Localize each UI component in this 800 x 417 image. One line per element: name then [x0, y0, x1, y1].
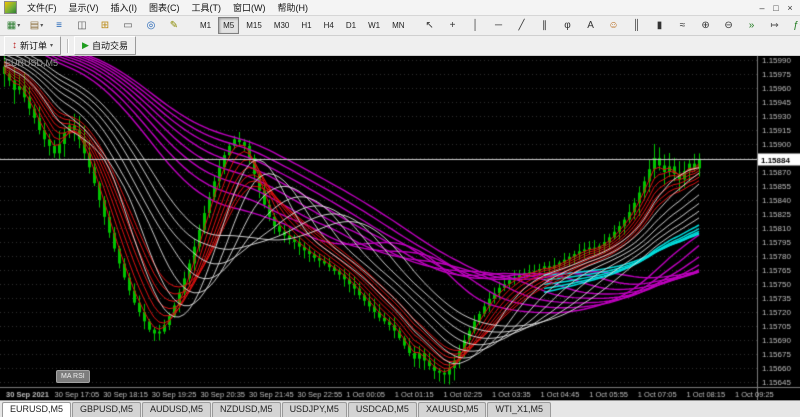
- menu-insert[interactable]: 插入(I): [105, 0, 144, 15]
- toolbar-row-2: ↕ 新订单 ▾ ▶ 自动交易: [0, 36, 800, 56]
- app-icon: [4, 1, 17, 14]
- tab-eurusd-m5[interactable]: EURUSD,M5: [2, 402, 72, 417]
- close-button[interactable]: ×: [783, 1, 797, 15]
- market-watch-icon[interactable]: ≡: [49, 17, 70, 35]
- strategy-tester-icon[interactable]: ◎: [141, 17, 162, 35]
- tab-xauusd-m5[interactable]: XAUUSD,M5: [417, 402, 487, 417]
- timeframe-m5[interactable]: M5: [218, 17, 240, 34]
- timeframe-mn[interactable]: MN: [387, 17, 409, 34]
- new-order-icon: ↕: [12, 40, 17, 51]
- candlestick-chart-icon[interactable]: ▮: [650, 17, 671, 35]
- new-chart-icon[interactable]: ▦ ▾: [3, 17, 24, 35]
- menu-file[interactable]: 文件(F): [21, 0, 63, 15]
- crosshair-icon[interactable]: +: [443, 17, 464, 35]
- trendline-icon[interactable]: ╱: [512, 17, 533, 35]
- chevron-down-icon: ▾: [50, 43, 54, 49]
- chart-symbol-label: EURUSD,M5: [5, 58, 59, 68]
- navigator-icon[interactable]: ⊞: [95, 17, 116, 35]
- line-study-and-chart-icons: ↖ + │ ─ ╱ ∥ φ A ☺ ║ ▮ ≈ ⊕ ⊖ » ↦ ƒ: [419, 17, 800, 35]
- profiles-icon[interactable]: ▤ ▾: [26, 17, 47, 35]
- ma-rsi-button[interactable]: MA RSI: [56, 370, 90, 383]
- chart-canvas[interactable]: [0, 56, 800, 400]
- fibonacci-icon[interactable]: φ: [558, 17, 579, 35]
- timeframe-m15[interactable]: M15: [241, 17, 267, 34]
- chart-shift-icon[interactable]: ↦: [765, 17, 786, 35]
- toolbar-separator: [67, 38, 69, 53]
- timeframe-m30[interactable]: M30: [269, 17, 295, 34]
- terminal-icon[interactable]: ▭: [118, 17, 139, 35]
- timeframe-m1[interactable]: M1: [195, 17, 216, 34]
- tab-usdjpy-m5[interactable]: USDJPY,M5: [281, 402, 347, 417]
- new-order-button[interactable]: ↕ 新订单 ▾: [4, 36, 62, 55]
- timeframe-h1[interactable]: H1: [296, 17, 316, 34]
- timeframe-h4[interactable]: H4: [319, 17, 339, 34]
- autotrading-label: 自动交易: [91, 41, 128, 51]
- tab-usdcad-m5[interactable]: USDCAD,M5: [347, 402, 417, 417]
- menu-view[interactable]: 显示(V): [63, 0, 105, 15]
- vertical-line-icon[interactable]: │: [466, 17, 487, 35]
- menu-charts[interactable]: 图表(C): [143, 0, 186, 15]
- arrows-icon[interactable]: ☺: [604, 17, 625, 35]
- new-order-label: 新订单: [20, 41, 48, 51]
- restore-button[interactable]: □: [769, 1, 783, 15]
- zoom-out-icon[interactable]: ⊖: [719, 17, 740, 35]
- tab-gbpusd-m5[interactable]: GBPUSD,M5: [72, 402, 142, 417]
- menu-help[interactable]: 帮助(H): [272, 0, 315, 15]
- data-window-icon[interactable]: ◫: [72, 17, 93, 35]
- bar-chart-icon[interactable]: ║: [627, 17, 648, 35]
- timeframe-d1[interactable]: D1: [341, 17, 361, 34]
- channel-icon[interactable]: ∥: [535, 17, 556, 35]
- autotrading-play-icon: ▶: [82, 40, 89, 50]
- tab-wti-x1-m5[interactable]: WTI_X1,M5: [487, 402, 551, 417]
- tab-nzdusd-m5[interactable]: NZDUSD,M5: [212, 402, 281, 417]
- window-controls: – □ ×: [755, 1, 797, 15]
- metaeditor-icon[interactable]: ✎: [164, 17, 185, 35]
- line-chart-icon[interactable]: ≈: [673, 17, 694, 35]
- standard-icons: ▦ ▾ ▤ ▾ ≡ ◫ ⊞ ▭ ◎ ✎: [2, 17, 186, 35]
- tab-audusd-m5[interactable]: AUDUSD,M5: [142, 402, 212, 417]
- minimize-button[interactable]: –: [755, 1, 769, 15]
- chart-area: EURUSD,M5 MA RSI: [0, 56, 800, 400]
- zoom-in-icon[interactable]: ⊕: [696, 17, 717, 35]
- toolbar-row-1: ▦ ▾ ▤ ▾ ≡ ◫ ⊞ ▭ ◎ ✎ M1 M5 M15 M30 H1 H4 D1 W1 MN ↖: [0, 16, 800, 36]
- auto-scroll-icon[interactable]: »: [742, 17, 763, 35]
- timeframe-w1[interactable]: W1: [363, 17, 385, 34]
- menu-items: 文件(F) 显示(V) 插入(I) 图表(C) 工具(T) 窗口(W) 帮助(H): [21, 0, 314, 15]
- horizontal-line-icon[interactable]: ─: [489, 17, 510, 35]
- symbol-tabs-bar: EURUSD,M5 GBPUSD,M5 AUDUSD,M5 NZDUSD,M5 USDJ…: [0, 400, 800, 417]
- menu-bar: 文件(F) 显示(V) 插入(I) 图表(C) 工具(T) 窗口(W) 帮助(H) – □ ×: [0, 0, 800, 16]
- text-label-icon[interactable]: A: [581, 17, 602, 35]
- menu-tools[interactable]: 工具(T): [186, 0, 228, 15]
- timeframe-buttons: M1 M5 M15 M30 H1 H4 D1 W1 MN: [194, 17, 411, 34]
- indicators-icon[interactable]: ƒ▾: [788, 17, 800, 35]
- menu-window[interactable]: 窗口(W): [227, 0, 272, 15]
- autotrading-button[interactable]: ▶ 自动交易: [74, 36, 136, 55]
- cursor-icon[interactable]: ↖: [420, 17, 441, 35]
